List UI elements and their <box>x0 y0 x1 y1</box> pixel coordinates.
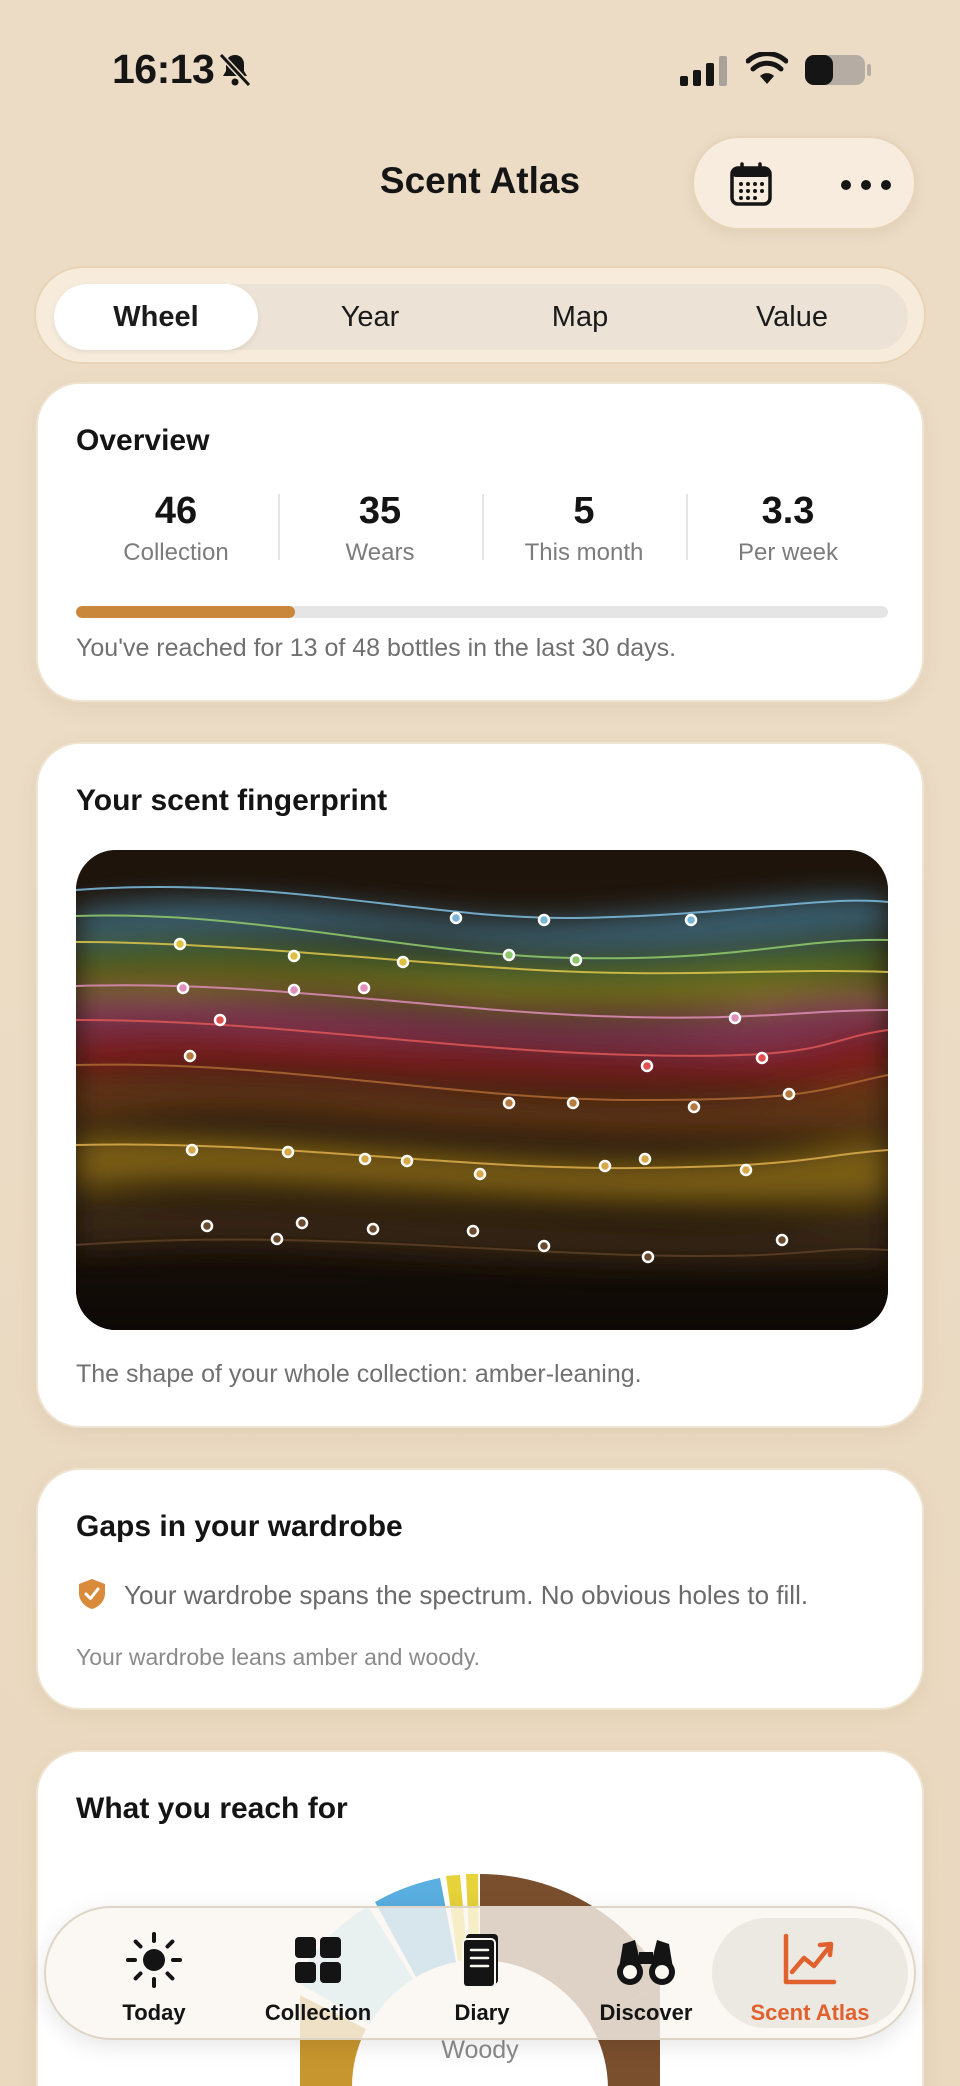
grid-icon <box>295 1937 341 1983</box>
fingerprint-caption: The shape of your whole collection: ambe… <box>76 1360 642 1388</box>
stat-collection: 46 Collection <box>74 490 278 567</box>
cellular-signal-icon <box>680 56 727 86</box>
stat-value: 5 <box>573 490 595 532</box>
chart-icon <box>783 1933 837 1985</box>
tab-diary[interactable]: Diary <box>400 1908 564 2042</box>
binoculars-icon <box>617 1940 675 1985</box>
battery-icon <box>805 55 871 85</box>
stat-label: Collection <box>123 539 229 566</box>
overview-card: Overview 46 Collection 35 Wears 5 This m… <box>36 382 924 702</box>
fingerprint-card: Your scent fingerprint The shape of your… <box>36 742 924 1428</box>
stat-label: Wears <box>345 539 415 566</box>
overview-title: Overview <box>76 424 210 457</box>
tab-label: Scent Atlas <box>750 2000 870 2025</box>
stat-wears: 35 Wears <box>278 490 482 567</box>
bottom-tab-bar: Today Collection Diary Discover Scent At… <box>44 1906 916 2040</box>
bell-slash-icon <box>218 52 252 88</box>
stat-value: 46 <box>154 490 198 532</box>
wifi-icon <box>746 52 788 84</box>
gaps-note: Your wardrobe leans amber and woody. <box>76 1644 481 1670</box>
stat-value: 3.3 <box>761 490 815 532</box>
overview-summary: You've reached for 13 of 48 bottles in t… <box>76 634 677 662</box>
tab-discover[interactable]: Discover <box>564 1908 728 2042</box>
segment-map[interactable]: Map <box>478 284 682 350</box>
tab-collection[interactable]: Collection <box>236 1908 400 2042</box>
progress-fill <box>76 606 296 618</box>
shield-check-icon <box>79 1579 105 1609</box>
reach-title: What you reach for <box>76 1792 348 1825</box>
stat-label: Per week <box>737 539 839 566</box>
calendar-icon[interactable] <box>726 160 776 210</box>
gaps-message: Your wardrobe spans the spectrum. No obv… <box>124 1580 809 1610</box>
stat-this-month: 5 This month <box>482 490 686 567</box>
fingerprint-title: Your scent fingerprint <box>76 784 388 817</box>
gaps-title: Gaps in your wardrobe <box>76 1510 403 1543</box>
tab-today[interactable]: Today <box>72 1908 236 2042</box>
status-time: 16:13 <box>112 46 215 92</box>
sun-icon <box>126 1932 182 1988</box>
header-actions <box>692 136 916 230</box>
segment-year[interactable]: Year <box>268 284 472 350</box>
stat-per-week: 3.3 Per week <box>686 490 890 567</box>
bottles-progress-bar <box>76 606 888 618</box>
more-options-icon[interactable] <box>838 160 894 210</box>
segment-wheel[interactable]: Wheel <box>54 284 258 350</box>
gaps-card: Gaps in your wardrobe Your wardrobe span… <box>36 1468 924 1710</box>
segment-value[interactable]: Value <box>690 284 894 350</box>
stat-value: 35 <box>358 490 402 532</box>
view-segmented-control: Wheel Year Map Value <box>34 266 926 364</box>
status-bar: 16:13 <box>0 0 960 140</box>
tab-scent-atlas[interactable]: Scent Atlas <box>728 1908 892 2042</box>
segment-track: Wheel Year Map Value <box>54 284 908 350</box>
notebook-icon <box>462 1934 498 1988</box>
scent-fingerprint-visual <box>76 850 888 1330</box>
stat-label: This month <box>524 539 644 566</box>
